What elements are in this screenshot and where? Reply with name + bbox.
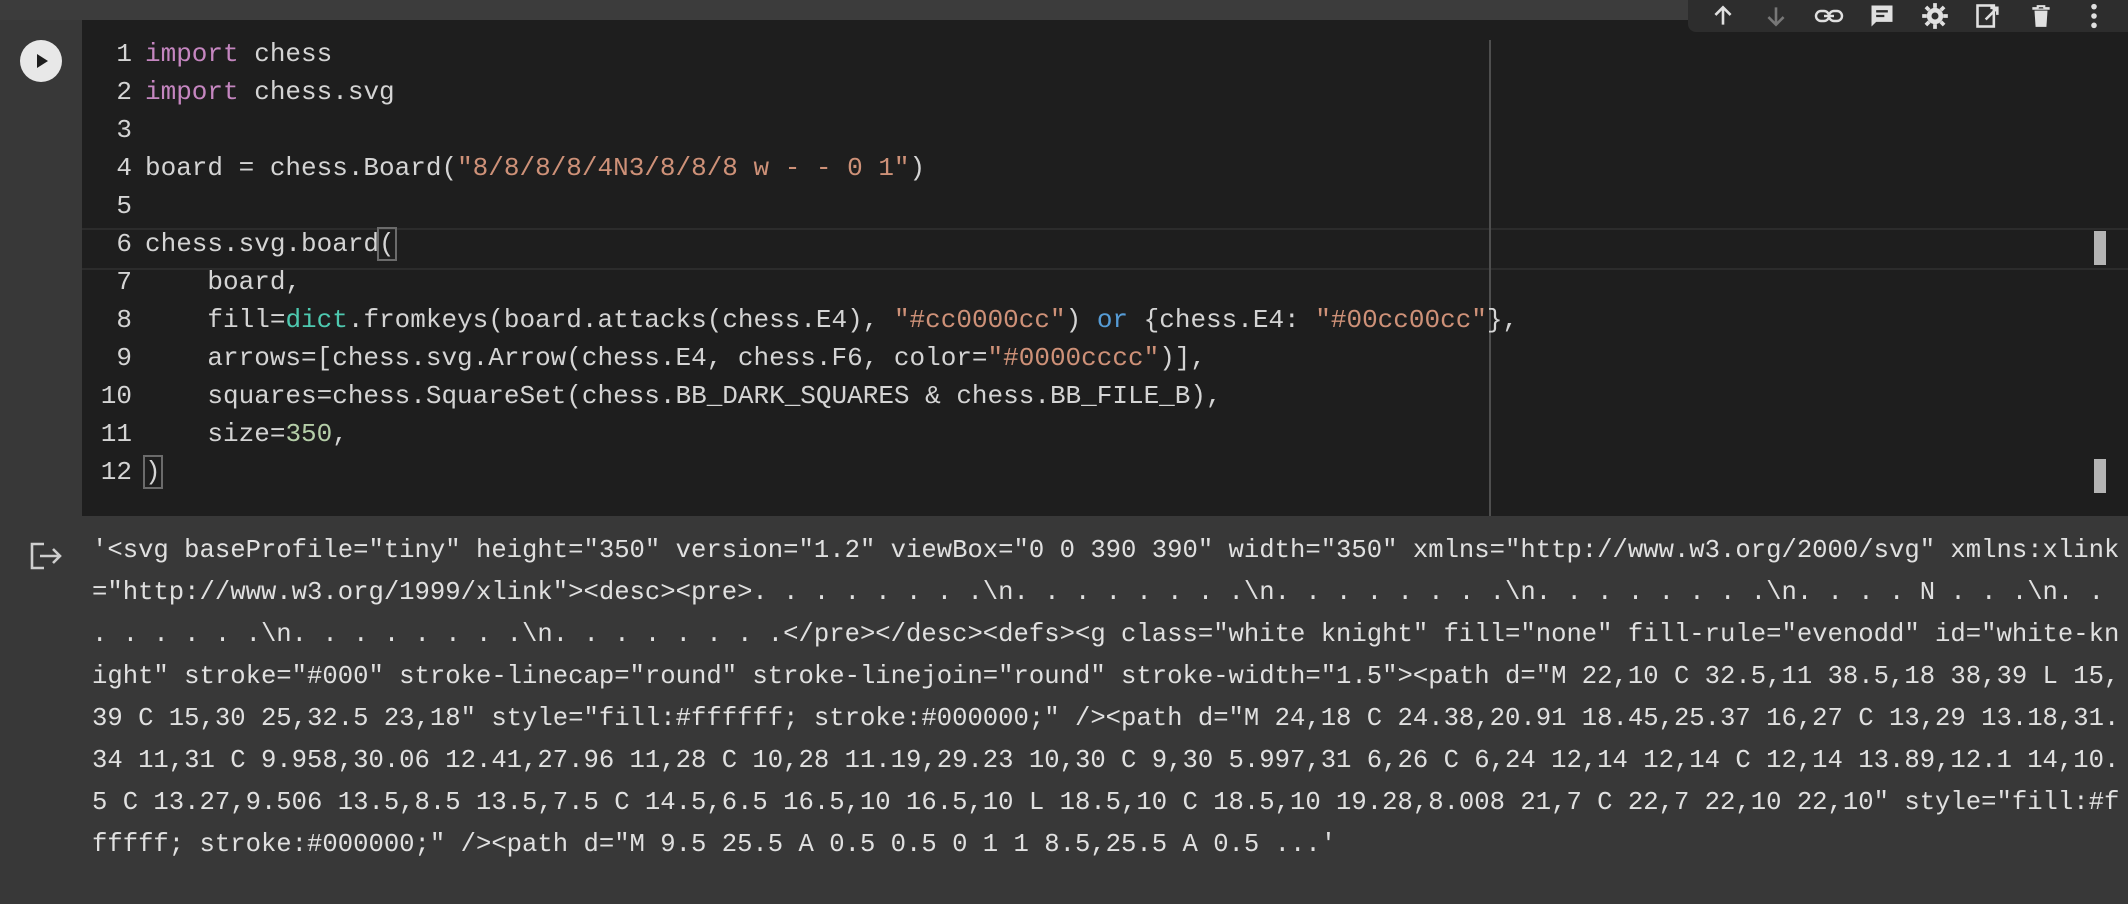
line-number: 2 — [116, 77, 132, 107]
line-number: 4 — [116, 153, 132, 183]
line-number: 8 — [116, 305, 132, 335]
line-number: 9 — [116, 343, 132, 373]
line-number: 7 — [116, 267, 132, 297]
play-icon — [37, 54, 48, 68]
cell-output-text: '<svg baseProfile="tiny" height="350" ve… — [92, 536, 2120, 859]
code-line: board, — [145, 267, 302, 297]
code-line: chess.svg.board( — [145, 227, 397, 261]
gear-icon[interactable] — [1918, 0, 1952, 32]
line-number: 11 — [100, 419, 132, 449]
comment-icon[interactable] — [1865, 0, 1899, 32]
line-number: 12 — [100, 457, 132, 487]
line-number: 1 — [116, 39, 132, 69]
line-number: 6 — [116, 229, 132, 259]
more-vert-icon[interactable] — [2077, 0, 2111, 32]
scrollbar-marker — [2094, 459, 2106, 493]
code-line: arrows=[chess.svg.Arrow(chess.E4, chess.… — [145, 343, 1206, 373]
cell-toolbar — [1688, 0, 2128, 32]
cell-gutter — [0, 20, 82, 516]
scrollbar-marker — [2094, 231, 2106, 265]
code-line: size=350, — [145, 419, 348, 449]
arrow-down-icon[interactable] — [1759, 0, 1793, 32]
code-line: board = chess.Board("8/8/8/8/4N3/8/8/8 w… — [145, 153, 926, 183]
line-number: 3 — [116, 115, 132, 145]
code-line: import chess.svg — [145, 77, 395, 107]
run-cell-button[interactable] — [20, 40, 62, 82]
line-number: 5 — [116, 191, 132, 221]
editor-ruler — [1489, 40, 1491, 516]
code-line: squares=chess.SquareSet(chess.BB_DARK_SQ… — [145, 381, 1222, 411]
code-line: import chess — [145, 39, 333, 69]
code-line: ) — [143, 455, 163, 489]
code-line: fill=dict.fromkeys(board.attacks(chess.E… — [145, 305, 1519, 335]
trash-icon[interactable] — [2024, 0, 2058, 32]
output-icon[interactable] — [28, 540, 64, 572]
line-number: 10 — [100, 381, 132, 411]
mirror-cell-icon[interactable] — [1971, 0, 2005, 32]
link-icon[interactable] — [1812, 0, 1846, 32]
arrow-up-icon[interactable] — [1706, 0, 1740, 32]
